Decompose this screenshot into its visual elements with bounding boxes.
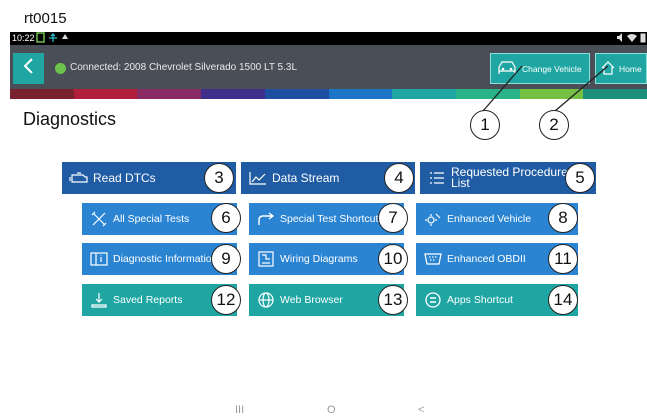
callout-5: 5 — [565, 163, 595, 193]
callout-11: 11 — [548, 244, 578, 274]
callout-12: 12 — [211, 285, 241, 315]
home-nav-button[interactable]: O — [327, 404, 336, 416]
callout-2: 2 — [539, 110, 569, 140]
callout-7: 7 — [378, 203, 408, 233]
callout-9: 9 — [211, 244, 241, 274]
recents-nav-button[interactable]: III — [235, 404, 244, 416]
callout-14: 14 — [548, 285, 578, 315]
callout-10: 10 — [378, 244, 408, 274]
callout-13: 13 — [378, 285, 408, 315]
callout-8: 8 — [548, 203, 578, 233]
callout-1: 1 — [470, 110, 500, 140]
callout-6: 6 — [211, 203, 241, 233]
callout-4: 4 — [384, 163, 414, 193]
back-nav-button[interactable]: < — [418, 404, 424, 416]
screenshot-frame: rt0015 10:22 Connected: 2008 Chevrolet S… — [0, 0, 647, 420]
callout-3: 3 — [204, 163, 234, 193]
